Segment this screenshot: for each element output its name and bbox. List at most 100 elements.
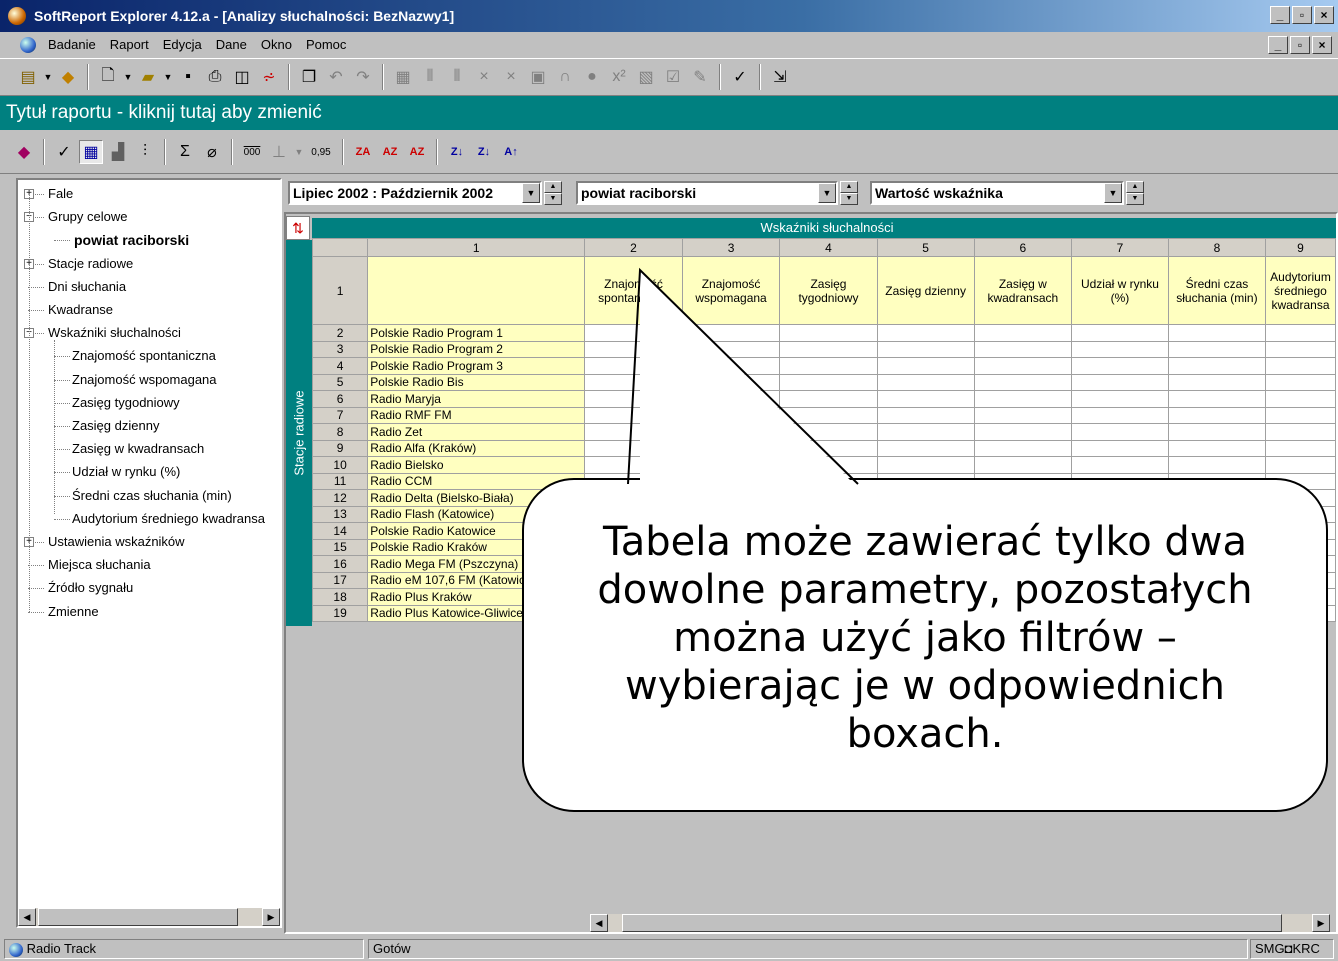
data-cell[interactable] <box>681 357 781 375</box>
row-header[interactable]: Polskie Radio Program 2 <box>367 340 586 358</box>
row-number[interactable]: 3 <box>311 340 369 358</box>
tree-item[interactable]: Źródło sygnału <box>48 578 133 598</box>
tree-item[interactable]: Wskaźniki słuchalności <box>48 323 181 343</box>
data-cell[interactable] <box>1071 439 1169 457</box>
column-header[interactable]: Średni czas słuchania (min) <box>1167 256 1266 325</box>
row-number[interactable]: 2 <box>311 324 369 342</box>
data-cell[interactable] <box>584 340 683 358</box>
data-cell[interactable] <box>779 456 878 474</box>
app-icon[interactable] <box>8 7 26 25</box>
data-cell[interactable] <box>1167 390 1266 408</box>
data-cell[interactable] <box>1167 324 1266 342</box>
swap-axes-icon[interactable]: ⇅ <box>286 216 310 240</box>
sort-descending-icon[interactable]: Z↓ <box>445 140 469 164</box>
column-header[interactable]: Udział w rynku (%) <box>1071 256 1169 325</box>
compare-icon[interactable]: ▧ <box>634 65 658 89</box>
doc-close-button[interactable]: × <box>1312 36 1332 54</box>
scroll-left-icon[interactable]: ◀ <box>590 914 608 932</box>
column-header[interactable]: Zasięg w kwadransach <box>973 256 1073 325</box>
save-icon[interactable]: ▪ <box>176 65 200 89</box>
data-cell[interactable] <box>681 324 781 342</box>
print-icon[interactable]: ⎙ <box>203 65 227 89</box>
data-cell[interactable] <box>681 406 781 424</box>
value-type-select[interactable]: Wartość wskaźnika ▼ <box>870 181 1124 205</box>
tree-item[interactable]: Ustawienia wskaźników <box>48 532 185 552</box>
chart-view-icon[interactable]: ▟ <box>106 140 130 164</box>
data-cell[interactable] <box>584 324 683 342</box>
data-cell[interactable] <box>1167 340 1266 358</box>
eraser-icon[interactable]: ⌀ <box>200 140 224 164</box>
data-cell[interactable] <box>973 324 1073 342</box>
row-number[interactable]: 1 <box>311 256 369 325</box>
tree-horizontal-scrollbar[interactable]: ◀ ▶ <box>18 908 280 926</box>
tree-item[interactable]: Dni słuchania <box>48 277 126 297</box>
data-cell[interactable] <box>1167 373 1266 391</box>
row-header[interactable]: Radio Alfa (Kraków) <box>367 439 586 457</box>
tree-item[interactable]: powiat raciborski <box>74 230 189 250</box>
data-cell[interactable] <box>1264 423 1336 441</box>
doc-minimize-button[interactable]: _ <box>1268 36 1288 54</box>
menu-dane[interactable]: Dane <box>214 32 249 58</box>
data-cell[interactable] <box>876 357 975 375</box>
record-icon[interactable]: ● <box>580 65 604 89</box>
data-cell[interactable] <box>1264 340 1336 358</box>
column-number[interactable]: 7 <box>1071 238 1169 257</box>
scroll-thumb[interactable] <box>38 908 238 926</box>
menu-pomoc[interactable]: Pomoc <box>304 32 348 58</box>
close-button[interactable]: × <box>1314 6 1334 24</box>
data-cell[interactable] <box>876 456 975 474</box>
dropdown-arrow-icon[interactable]: ▼ <box>163 65 173 89</box>
data-cell[interactable] <box>1071 324 1169 342</box>
data-cell[interactable] <box>779 373 878 391</box>
chevron-down-icon[interactable]: ▼ <box>1104 183 1122 203</box>
data-cell[interactable] <box>1264 439 1336 457</box>
data-cell[interactable] <box>973 340 1073 358</box>
column-number[interactable]: 8 <box>1167 238 1266 257</box>
row-header[interactable]: Radio Zet <box>367 423 586 441</box>
data-cell[interactable] <box>584 357 683 375</box>
data-cell[interactable] <box>1167 406 1266 424</box>
row-number[interactable]: 16 <box>311 555 369 573</box>
calculator-icon[interactable]: ▦ <box>391 65 415 89</box>
data-cell[interactable] <box>779 340 878 358</box>
column-header[interactable]: Znajomość spontaniczna <box>584 256 683 325</box>
thousands-separator-icon[interactable]: 000 <box>240 140 264 164</box>
dropdown-arrow-icon[interactable]: ▼ <box>294 140 304 164</box>
report-title[interactable]: Tytuł raportu - kliknij tutaj aby zmieni… <box>0 96 1338 130</box>
data-cell[interactable] <box>876 340 975 358</box>
column-number[interactable]: 9 <box>1264 238 1336 257</box>
power-icon[interactable]: x² <box>607 65 631 89</box>
data-cell[interactable] <box>1071 340 1169 358</box>
column-group-header[interactable]: Wskaźniki słuchalności <box>312 218 1336 238</box>
row-group-header[interactable]: Stacje radiowe <box>286 240 312 626</box>
data-cell[interactable] <box>1071 423 1169 441</box>
row-number[interactable]: 13 <box>311 505 369 523</box>
sort-az-alt-icon[interactable]: AZ <box>405 140 429 164</box>
scroll-left-icon[interactable]: ◀ <box>18 908 36 926</box>
tree-item[interactable]: Audytorium średniego kwadransa <box>72 509 265 529</box>
data-cell[interactable] <box>681 423 781 441</box>
tree-item[interactable]: Znajomość wspomagana <box>72 370 217 390</box>
data-cell[interactable] <box>584 423 683 441</box>
data-cell[interactable] <box>681 390 781 408</box>
scroll-thumb[interactable] <box>622 914 1282 932</box>
data-cell[interactable] <box>1264 324 1336 342</box>
column-number[interactable]: 5 <box>876 238 975 257</box>
row-number[interactable]: 8 <box>311 423 369 441</box>
value-type-spinner[interactable]: ▲ ▼ <box>1126 181 1144 205</box>
row-header[interactable]: Radio Maryja <box>367 390 586 408</box>
parameter-tree[interactable]: Fale + Grupy celowe − powiat raciborski Stacj… <box>16 178 282 928</box>
tree-item[interactable]: Zasięg w kwadransach <box>72 439 204 459</box>
menu-okno[interactable]: Okno <box>259 32 294 58</box>
data-cell[interactable] <box>779 324 878 342</box>
row-number[interactable]: 10 <box>311 456 369 474</box>
data-cell[interactable] <box>1167 456 1266 474</box>
data-cell[interactable] <box>1071 390 1169 408</box>
row-number[interactable]: 4 <box>311 357 369 375</box>
data-cell[interactable] <box>584 390 683 408</box>
table-view-icon[interactable]: ▦ <box>79 140 103 164</box>
column-number[interactable]: 3 <box>681 238 781 257</box>
tree-item[interactable]: Znajomość spontaniczna <box>72 346 216 366</box>
data-cell[interactable] <box>681 340 781 358</box>
sort-az-icon[interactable]: AZ <box>378 140 402 164</box>
